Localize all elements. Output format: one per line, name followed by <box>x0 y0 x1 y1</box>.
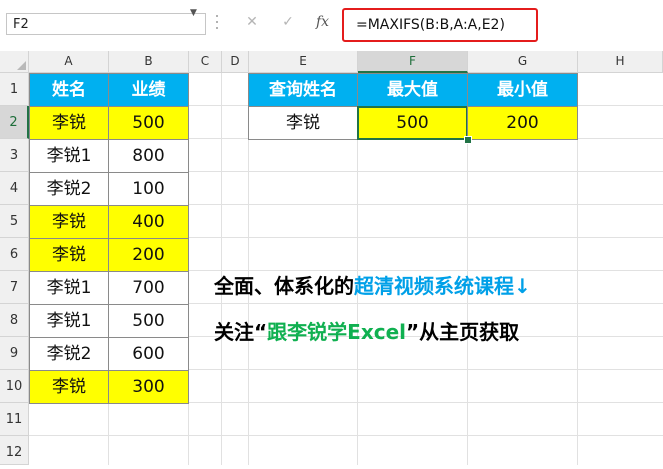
cell-b4[interactable]: 100 <box>108 172 189 206</box>
promo-line-2: 关注“跟李锐学Excel”从主页获取 <box>214 316 519 345</box>
cell-a5[interactable]: 李锐 <box>29 205 109 239</box>
column-header-b[interactable]: B <box>109 51 189 73</box>
formula-input[interactable]: =MAXIFS(B:B,A:A,E2) <box>342 8 538 42</box>
cell-b5[interactable]: 400 <box>108 205 189 239</box>
cell-e1[interactable]: 查询姓名 <box>248 73 358 107</box>
row-header-5[interactable]: 5 <box>0 205 29 238</box>
column-header-e[interactable]: E <box>249 51 358 73</box>
column-header-d[interactable]: D <box>222 51 249 73</box>
row-header-3[interactable]: 3 <box>0 139 29 172</box>
row-header-7[interactable]: 7 <box>0 271 29 304</box>
row-header-4[interactable]: 4 <box>0 172 29 205</box>
cell-a4[interactable]: 李锐2 <box>29 172 109 206</box>
cell-b6[interactable]: 200 <box>108 238 189 272</box>
cell-e2[interactable]: 李锐 <box>248 106 358 140</box>
enter-icon[interactable]: ✓ <box>278 14 298 30</box>
insert-function-icon[interactable]: fx <box>316 14 329 30</box>
cell-a1[interactable]: 姓名 <box>29 73 109 107</box>
column-header-c[interactable]: C <box>189 51 222 73</box>
drag-handle-icon[interactable] <box>216 15 220 33</box>
promo-line-1: 全面、体系化的超清视频系统课程↓ <box>214 270 531 299</box>
name-box[interactable]: F2 <box>6 13 206 35</box>
cell-b7[interactable]: 700 <box>108 271 189 305</box>
cell-a2[interactable]: 李锐 <box>29 106 109 140</box>
cell-f1[interactable]: 最大值 <box>357 73 468 107</box>
row-header-8[interactable]: 8 <box>0 304 29 337</box>
gridline <box>221 73 222 465</box>
cell-a7[interactable]: 李锐1 <box>29 271 109 305</box>
promo-line-1-highlight: 超清视频系统课程↓ <box>354 274 531 298</box>
cell-a8[interactable]: 李锐1 <box>29 304 109 338</box>
cell-g2[interactable]: 200 <box>467 106 578 140</box>
cell-b2[interactable]: 500 <box>108 106 189 140</box>
gridline <box>29 435 663 436</box>
row-header-10[interactable]: 10 <box>0 370 29 403</box>
cell-b9[interactable]: 600 <box>108 337 189 371</box>
formula-bar-area: F2 ▼ ✕ ✓ fx =MAXIFS(B:B,A:A,E2) <box>0 0 663 46</box>
cell-f2[interactable]: 500 <box>357 106 468 140</box>
cell-b1[interactable]: 业绩 <box>108 73 189 107</box>
cell-a9[interactable]: 李锐2 <box>29 337 109 371</box>
row-header-12[interactable]: 12 <box>0 436 29 465</box>
cell-b3[interactable]: 800 <box>108 139 189 173</box>
cell-a10[interactable]: 李锐 <box>29 370 109 404</box>
promo-line-2-text-a: 关注“ <box>214 320 268 344</box>
cell-a3[interactable]: 李锐1 <box>29 139 109 173</box>
cell-a6[interactable]: 李锐 <box>29 238 109 272</box>
row-header-11[interactable]: 11 <box>0 403 29 436</box>
cancel-icon[interactable]: ✕ <box>242 14 262 30</box>
column-header-a[interactable]: A <box>29 51 109 73</box>
row-header-2[interactable]: 2 <box>0 106 29 139</box>
cell-b8[interactable]: 500 <box>108 304 189 338</box>
cell-g1[interactable]: 最小值 <box>467 73 578 107</box>
promo-line-1-text: 全面、体系化的 <box>214 274 354 298</box>
fill-handle[interactable] <box>464 136 472 144</box>
column-header-g[interactable]: G <box>468 51 578 73</box>
column-header-f[interactable]: F <box>358 51 468 73</box>
select-all-button[interactable] <box>0 51 29 73</box>
promo-line-2-highlight: 跟李锐学Excel <box>267 320 406 344</box>
promo-line-2-text-b: ”从主页获取 <box>406 320 520 344</box>
row-header-6[interactable]: 6 <box>0 238 29 271</box>
cell-b10[interactable]: 300 <box>108 370 189 404</box>
row-header-1[interactable]: 1 <box>0 73 29 106</box>
chevron-down-icon[interactable]: ▼ <box>190 8 197 18</box>
column-header-h[interactable]: H <box>578 51 663 73</box>
row-header-9[interactable]: 9 <box>0 337 29 370</box>
